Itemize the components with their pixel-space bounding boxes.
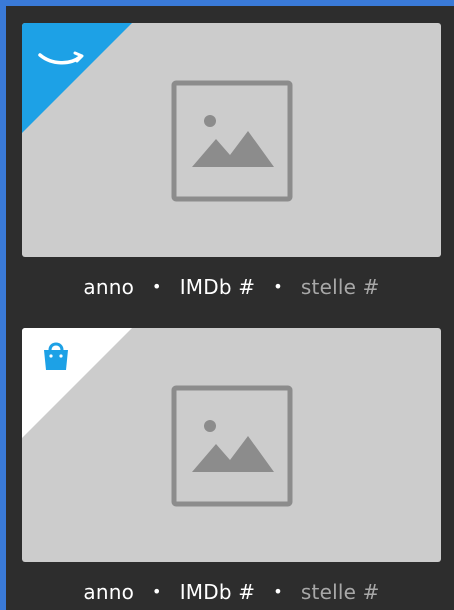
amazon-icon: [38, 51, 84, 65]
separator-dot: •: [152, 276, 162, 296]
movie-meta: anno • IMDb # • stelle #: [22, 562, 441, 610]
movie-meta: anno • IMDb # • stelle #: [22, 257, 441, 317]
separator-dot: •: [273, 276, 283, 296]
movie-card[interactable]: anno • IMDb # • stelle #: [22, 23, 441, 317]
separator-dot: •: [273, 581, 283, 601]
image-placeholder-icon: [171, 80, 293, 202]
stars-label: stelle #: [300, 580, 380, 604]
movie-card[interactable]: anno • IMDb # • stelle #: [22, 328, 441, 610]
image-placeholder-icon: [171, 385, 293, 507]
imdb-rating-label: IMDb #: [179, 580, 256, 604]
year-label: anno: [83, 275, 135, 299]
shopping-bag-icon: [44, 342, 68, 370]
imdb-rating-label: IMDb #: [179, 275, 256, 299]
year-label: anno: [83, 580, 135, 604]
movie-thumbnail[interactable]: [22, 23, 441, 257]
separator-dot: •: [152, 581, 162, 601]
content-panel: anno • IMDb # • stelle # anno • IMDb # •…: [6, 6, 454, 610]
stars-label: stelle #: [300, 275, 380, 299]
movie-thumbnail[interactable]: [22, 328, 441, 562]
